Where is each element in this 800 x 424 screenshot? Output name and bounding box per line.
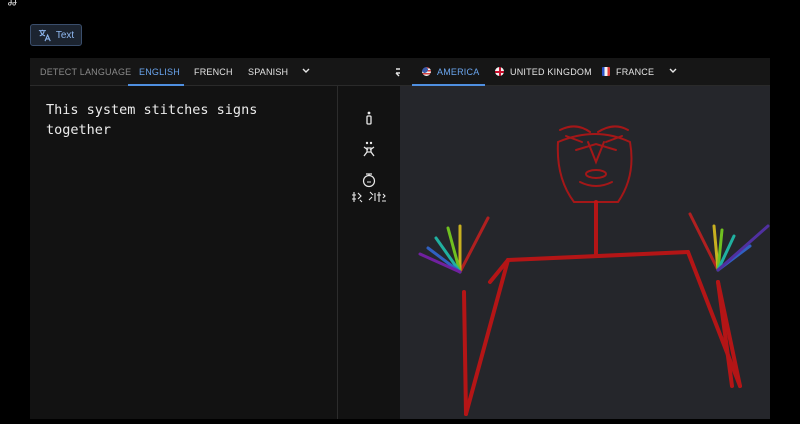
single-figure-icon[interactable] [364,110,374,126]
sign-avatar-canvas [400,86,770,419]
skeleton-right-hand [688,212,770,272]
figure-group-icon[interactable] [360,140,378,158]
target-language-tabs: AMERICA UNITED KINGDOM FRANCE [400,58,770,86]
tab-spanish[interactable]: SPANISH [248,58,288,86]
top-bar: ʝʝ [0,0,800,14]
chevron-down-icon[interactable] [668,66,678,76]
us-flag-icon [422,67,431,76]
avatar-head-icon[interactable] [361,172,377,188]
app-logo: ʝʝ [8,0,17,6]
uk-flag-icon [495,67,504,76]
tab-france[interactable]: FRANCE [602,58,654,86]
tab-america[interactable]: AMERICA [422,58,479,86]
france-flag-icon [602,67,610,76]
signwriting-glyphs-icon[interactable] [351,190,387,204]
signwriting-toolbar [338,86,400,419]
translate-icon [38,29,51,42]
tab-america-label: AMERICA [437,67,480,77]
text-mode-label: Text [55,29,75,41]
skeleton-face [556,125,633,203]
tab-united-kingdom-label: UNITED KINGDOM [510,67,592,77]
tab-detect-language[interactable]: DETECT LANGUAGE [40,58,131,86]
chevron-down-icon[interactable] [301,66,311,76]
skeleton-left-hand [418,216,490,274]
pose-skeleton [418,125,770,416]
text-mode-button[interactable]: Text [30,24,82,46]
source-language-tabs: DETECT LANGUAGE ENGLISH FRENCH SPANISH [30,58,400,86]
source-text[interactable]: This system stitches signs together [46,100,326,140]
tab-french[interactable]: FRENCH [194,58,233,86]
tab-france-label: FRANCE [616,67,655,77]
tab-english[interactable]: ENGLISH [139,58,180,86]
skeleton-body [462,125,742,416]
tab-united-kingdom[interactable]: UNITED KINGDOM [495,58,592,86]
